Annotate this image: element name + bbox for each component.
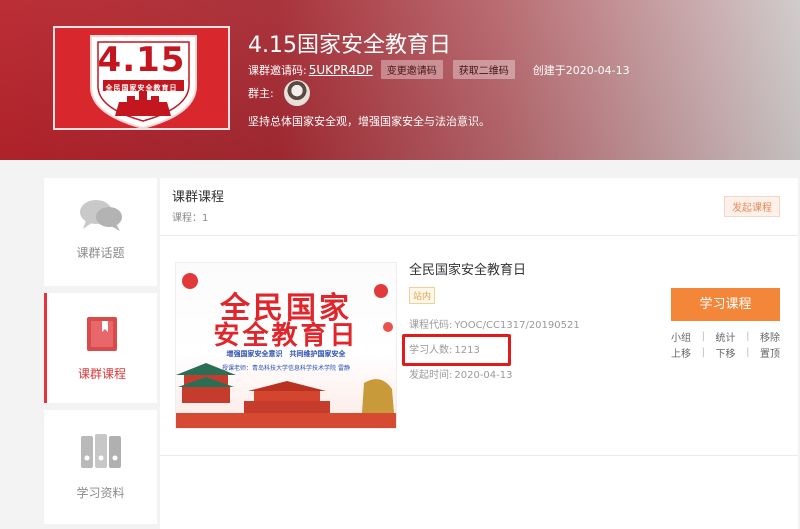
sidebar-item-label: 课群课程 [77,367,126,381]
chat-bubbles-icon [79,200,122,231]
group-link[interactable]: 小组 [671,329,691,344]
action-row: 上移 | 下移 | 置顶 [671,344,780,360]
separator: | [701,346,705,358]
panel-header: 课群课程 课程：1 发起课程 [160,178,798,236]
course-date-value: 2020-04-13 [454,370,513,381]
course-code-value: YOOC/CC1317/20190521 [454,320,580,331]
logo-number: 4.15 [97,40,186,80]
course-actions: 小组 | 统计 | 移除 上移 | 下移 | 置顶 [671,328,780,360]
binders-icon [80,434,121,468]
course-date: 发起时间: 2020-04-13 [409,366,513,381]
owner-avatar[interactable] [283,80,310,106]
separator: | [746,346,750,358]
course-tag: 站内 [409,287,436,304]
change-invite-code-button[interactable]: 变更邀请码 [380,60,443,79]
group-logo: 4.15 全民国家安全教育日 [53,26,230,130]
owner-row: 群主: [248,80,310,106]
cover-slogan: 增强国家安全意识 共同维护国家安全 [226,350,346,358]
action-row: 小组 | 统计 | 移除 [671,328,780,344]
cover-title-line2: 安全教育日 [213,321,359,351]
invite-label: 课群邀请码: [248,63,307,77]
panel-title: 课群课程 [172,190,225,205]
course-code: 课程代码: YOOC/CC1317/20190521 [409,316,580,331]
course-code-label: 课程代码: [409,320,453,331]
student-count-highlight-box [402,334,511,366]
course-title[interactable]: 全民国家安全教育日 [409,259,526,278]
created-date: 创建于2020-04-13 [532,63,630,77]
separator: | [746,330,750,342]
separator: | [701,330,705,342]
course-date-label: 发起时间: [409,370,453,381]
group-title: 4.15国家安全教育日 [248,33,451,58]
cover-teacher: 授课老师：青岛科技大学信息科学技术学院 雷静 [222,365,350,372]
group-description: 坚持总体国家安全观，增强国家安全与法治意识。 [248,115,490,128]
get-qr-code-button[interactable]: 获取二维码 [452,60,515,79]
sidebar-item-topics[interactable]: 课群话题 [44,178,157,286]
study-course-button[interactable]: 学习课程 [671,288,780,321]
invite-row: 课群邀请码: 5UKPR4DP 变更邀请码 获取二维码 创建于2020-04-1… [248,60,630,79]
course-cover-image[interactable]: 全民国家 安全教育日 增强国家安全意识 共同维护国家安全 授课老师：青岛科技大学… [175,262,397,429]
book-icon [87,317,117,351]
group-banner: 4.15 全民国家安全教育日 4.15国家安全教育日 课群邀请码: 5UKPR4… [0,0,800,160]
sidebar-item-materials[interactable]: 学习资料 [44,410,157,524]
owner-label: 群主: [248,87,274,100]
logo-subtitle: 全民国家安全教育日 [105,84,178,92]
sidebar-item-label: 学习资料 [76,486,125,500]
sidebar-item-courses[interactable]: 课群课程 [44,293,157,403]
remove-link[interactable]: 移除 [760,329,780,344]
course-card: 全民国家 安全教育日 增强国家安全意识 共同维护国家安全 授课老师：青岛科技大学… [160,236,798,456]
sidebar-item-label: 课群话题 [76,246,125,260]
launch-course-button[interactable]: 发起课程 [724,196,780,217]
move-down-link[interactable]: 下移 [716,345,736,360]
invite-code-link[interactable]: 5UKPR4DP [309,63,373,77]
course-count: 课程：1 [172,213,209,224]
pin-top-link[interactable]: 置顶 [760,345,780,360]
course-panel: 课群课程 课程：1 发起课程 全民国家 安全教育日 增强国家安全意识 共同维护国… [160,178,798,529]
move-up-link[interactable]: 上移 [671,345,691,360]
stats-link[interactable]: 统计 [716,329,736,344]
